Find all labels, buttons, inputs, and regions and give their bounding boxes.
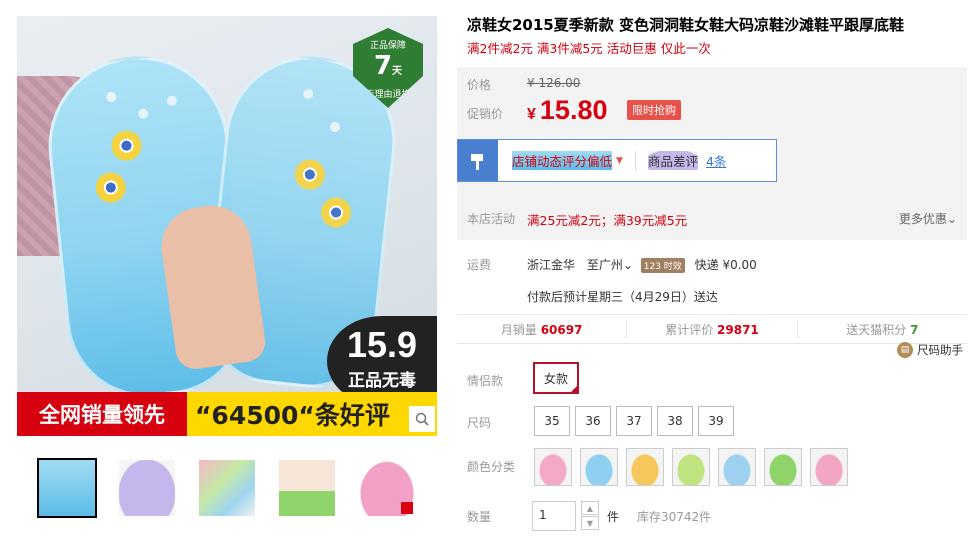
quantity-unit: 件 [607,510,620,524]
monthly-sales-label: 月销量 [500,322,537,337]
tag-icon [401,502,413,514]
ship-to-select[interactable]: 至广州⌄ [587,258,633,272]
rating-box[interactable]: 店铺动态评分偏低 ▼ 商品差评 4条 [457,139,777,182]
size-36[interactable]: 36 [575,406,611,436]
size-35[interactable]: 35 [534,406,570,436]
bad-review-label: 商品差评 [647,151,698,170]
currency-symbol: ¥ [527,106,536,123]
store-promo-label: 本店活动 [467,212,516,226]
delivery-days-badge: 123 时效 [640,258,685,273]
color-swatch[interactable] [718,448,756,486]
guarantee-text: 正品保障 [369,41,406,51]
size-helper-label: 尺码助手 [917,343,963,357]
thumb-2[interactable] [117,458,177,518]
hammer-icon [458,140,498,181]
ruler-icon: ▤ [897,342,913,358]
total-reviews[interactable]: 累计评价 29871 [627,320,798,338]
image-banner: 全网销量领先 “64500“条好评 [17,392,437,436]
flash-sale-tag: 限时抢购 [627,100,681,120]
price-box: 价格 ¥ 126.00 促销价 ¥15.80 限时抢购 店铺动态评分偏低 ▼ 商… [457,67,967,240]
store-promo-text: 满25元减2元；满39元减5元 [527,213,688,228]
size-helper-button[interactable]: ▤ 尺码助手 [897,342,963,358]
size-label: 尺码 [467,416,492,430]
promo-price: ¥15.80 [527,95,607,126]
banner-right-text: “64500“条好评 [195,401,390,430]
couple-style-label: 情侣款 [467,374,504,388]
shipping-row: 运费 浙江金华 至广州⌄ 123 时效 快递 ¥0.00 [467,256,757,273]
color-swatch[interactable] [764,448,802,486]
caret-down-icon: ▼ [616,155,623,166]
orig-price: ¥ 126.00 [527,76,581,90]
thumb-1[interactable] [37,458,97,518]
flower-charm-icon [94,171,128,205]
monthly-sales-value: 60697 [540,322,583,337]
increment-button[interactable]: ▲ [581,501,599,515]
monthly-sales: 月销量 60697 [457,320,628,338]
shipping-fee: 快递 ¥0.00 [694,258,757,272]
stock-count: 库存30742件 [637,510,712,524]
main-product-image[interactable]: 正品保障 7天 无理由退换 15.9 正品无毒 全网销量领先 “64500“条好… [17,16,437,436]
color-swatch[interactable] [672,448,710,486]
thumbnail-strip [37,458,417,518]
more-offers-label: 更多优惠 [898,212,947,226]
bad-review-link[interactable]: 4条 [706,151,726,170]
orig-price-label: 价格 [467,78,492,92]
chevron-down-icon: ⌄ [946,212,957,226]
total-reviews-value: 29871 [717,322,759,337]
promo-price-label: 促销价 [467,107,504,121]
guarantee-days: 7 [373,51,393,81]
rating-warning: 店铺动态评分偏低 [512,151,613,170]
quantity-label: 数量 [467,510,492,524]
flower-charm-icon [110,129,143,163]
product-title: 凉鞋女2015夏季新款 变色洞洞鞋女鞋大码凉鞋沙滩鞋平跟厚底鞋 [467,16,904,34]
image-price-text: 正品无毒 [348,371,416,391]
color-label: 颜色分类 [467,460,516,474]
ship-from: 浙江金华 [527,258,576,272]
image-price-value: 15.9 [346,324,418,365]
flower-charm-icon [293,158,327,192]
quantity-input[interactable]: 1 [532,501,576,531]
size-37[interactable]: 37 [616,406,652,436]
guarantee-unit: 天 [392,66,403,77]
size-39[interactable]: 39 [698,406,734,436]
color-swatch[interactable] [626,448,664,486]
decrement-button[interactable]: ▼ [581,516,599,530]
color-swatch[interactable] [810,448,848,486]
shipping-label: 运费 [467,258,492,272]
divider [634,150,636,171]
color-swatch[interactable] [580,448,618,486]
total-reviews-label: 累计评价 [665,322,714,337]
option-female[interactable]: 女款 [533,362,579,394]
promo-price-value: 15.80 [539,95,608,125]
tmall-points-value: 7 [910,322,919,337]
flower-charm-icon [319,196,353,230]
color-swatch[interactable] [534,448,572,486]
promo-line: 满2件减2元 满3件减5元 活动巨惠 仅此一次 [467,41,711,56]
thumb-4[interactable] [277,458,337,518]
sales-stats: 月销量 60697 累计评价 29871 送天猫积分 7 [457,314,967,344]
tmall-points-label: 送天猫积分 [846,322,907,337]
zoom-icon[interactable] [409,406,435,432]
banner-left-text: 全网销量领先 [17,392,187,436]
delivery-estimate: 付款后预计星期三（4月29日）送达 [527,290,718,304]
ship-to: 至广州 [586,258,623,272]
tmall-points: 送天猫积分 7 [798,321,967,338]
more-offers-link[interactable]: 更多优惠⌄ [899,210,957,227]
chevron-down-icon: ⌄ [622,258,633,272]
thumb-3[interactable] [197,458,257,518]
size-38[interactable]: 38 [657,406,693,436]
thumb-5[interactable] [357,458,417,518]
